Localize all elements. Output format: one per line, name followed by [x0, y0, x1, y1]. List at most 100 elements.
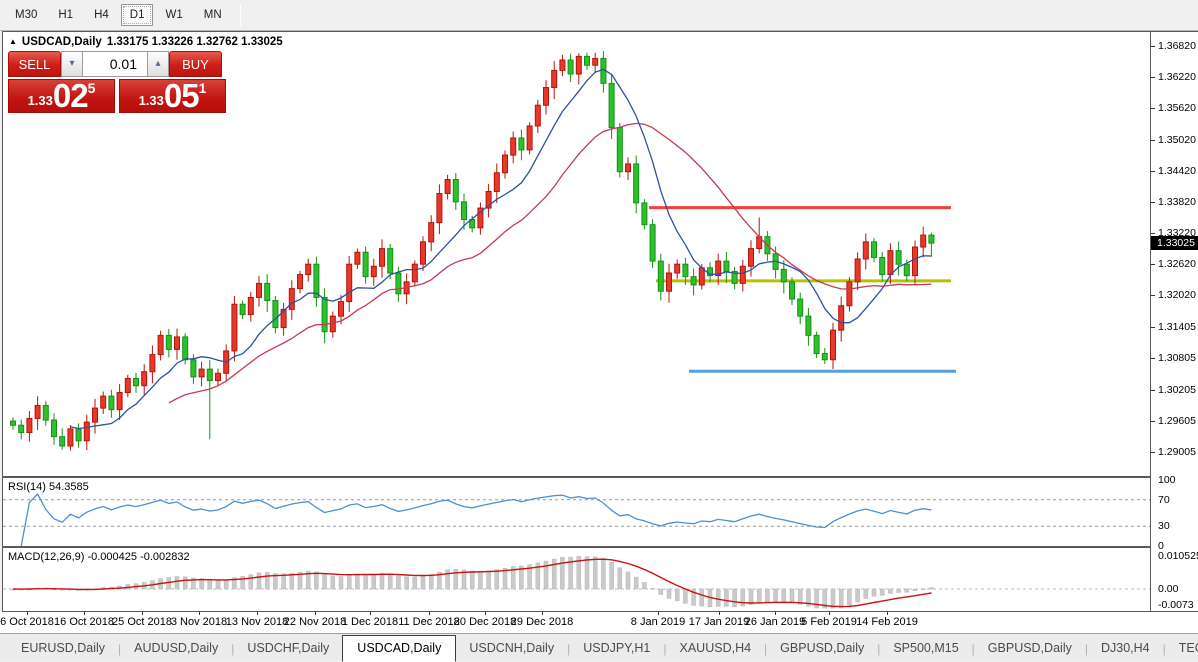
buy-price-pip: 1 — [199, 81, 207, 95]
volume-input[interactable] — [83, 51, 147, 77]
macd-histogram-bar — [716, 589, 720, 606]
candle-body — [380, 249, 385, 267]
timeframe-button-mn[interactable]: MN — [195, 4, 231, 26]
candle-body — [240, 304, 245, 314]
candle-body — [125, 378, 130, 392]
candle-body — [511, 138, 516, 155]
candle-body — [355, 252, 360, 264]
date-tick — [370, 612, 371, 615]
macd-histogram-bar — [183, 577, 187, 589]
candle-body — [134, 378, 139, 385]
moving-average-20 — [169, 123, 932, 403]
chart-tab-tech100-h1[interactable]: TECH100,H1 — [1166, 636, 1198, 661]
price-axis[interactable]: 1.368201.362201.356201.350201.344201.338… — [1151, 31, 1198, 612]
macd-histogram-bar — [913, 589, 917, 591]
chart-tab-audusd-daily[interactable]: AUDUSD,Daily — [121, 636, 231, 661]
axis-tick — [1151, 327, 1155, 328]
macd-histogram-bar — [880, 589, 884, 595]
candle-body — [691, 277, 696, 285]
macd-histogram-bar — [380, 573, 384, 589]
main-chart-panel[interactable]: ▲ USDCAD,Daily 1.33175 1.33226 1.32762 1… — [2, 31, 1151, 477]
macd-indicator-panel[interactable]: MACD(12,26,9) -0.000425 -0.002832 — [2, 547, 1151, 612]
timeframe-button-m30[interactable]: M30 — [6, 4, 46, 26]
date-axis-label: 3 Nov 2018 — [171, 616, 227, 628]
price-axis-label: 1.30805 — [1158, 352, 1196, 364]
candle-body — [306, 264, 311, 274]
candle-body — [421, 242, 426, 264]
candle-body — [257, 283, 262, 297]
volume-decrease-button[interactable]: ▾ — [61, 51, 83, 77]
macd-histogram-bar — [167, 578, 171, 589]
date-axis[interactable]: 6 Oct 201816 Oct 201825 Oct 20183 Nov 20… — [0, 612, 1198, 633]
candle-body — [560, 60, 565, 70]
chart-symbol-label: USDCAD,Daily — [22, 36, 102, 48]
sell-price-quote[interactable]: 1.33025 — [8, 79, 115, 113]
candle-body — [519, 138, 524, 150]
candle-body — [781, 269, 786, 281]
macd-axis-label: 0.00 — [1158, 583, 1178, 595]
chart-tab-sp500-m15[interactable]: SP500,M15 — [880, 636, 971, 661]
buy-button[interactable]: BUY — [169, 51, 222, 77]
macd-histogram-bar — [659, 589, 663, 594]
candle-body — [68, 429, 73, 446]
axis-tick — [1151, 421, 1155, 422]
buy-price-quote[interactable]: 1.33051 — [119, 79, 226, 113]
macd-histogram-bar — [421, 576, 425, 589]
axis-tick — [1151, 171, 1155, 172]
axis-tick — [1151, 452, 1155, 453]
candle-body — [101, 396, 106, 408]
rsi-label: RSI(14) 54.3585 — [8, 481, 89, 493]
candle-body — [667, 273, 672, 291]
chart-tab-eurusd-daily[interactable]: EURUSD,Daily — [8, 636, 118, 661]
chart-tab-dj30-h4[interactable]: DJ30,H4 — [1088, 636, 1163, 661]
date-tick — [429, 612, 430, 615]
chart-tab-xauusd-h4[interactable]: XAUUSD,H4 — [667, 636, 765, 661]
timeframe-button-h1[interactable]: H1 — [49, 4, 82, 26]
macd-histogram-bar — [790, 589, 794, 603]
candle-body — [273, 301, 278, 328]
chart-tab-usdcnh-daily[interactable]: USDCNH,Daily — [456, 636, 567, 661]
macd-histogram-bar — [626, 572, 630, 589]
collapse-triangle-icon[interactable]: ▲ — [9, 37, 17, 46]
date-axis-label: 6 Oct 2018 — [0, 616, 54, 628]
rsi-indicator-panel[interactable]: RSI(14) 54.3585 — [2, 477, 1151, 547]
macd-histogram-bar — [446, 570, 450, 589]
candle-body — [724, 261, 729, 271]
rsi-line — [21, 494, 931, 546]
timeframe-button-w1[interactable]: W1 — [156, 4, 191, 26]
timeframe-button-h4[interactable]: H4 — [85, 4, 118, 26]
macd-histogram-bar — [487, 571, 491, 589]
price-axis-label: 1.35020 — [1158, 134, 1196, 146]
axis-tick — [1151, 390, 1155, 391]
date-tick — [829, 612, 830, 615]
chart-tab-gbpusd-daily[interactable]: GBPUSD,Daily — [767, 636, 877, 661]
candle-body — [872, 242, 877, 258]
macd-label: MACD(12,26,9) -0.000425 -0.002832 — [8, 551, 190, 563]
axis-tick — [1151, 46, 1155, 47]
candle-body — [166, 335, 171, 349]
chart-tab-usdcad-daily[interactable]: USDCAD,Daily — [342, 635, 456, 662]
date-tick — [84, 612, 85, 615]
macd-histogram-bar — [347, 575, 351, 589]
candle-body — [175, 337, 180, 349]
rsi-axis-label: 30 — [1158, 520, 1170, 532]
candle-body — [60, 437, 65, 446]
macd-histogram-bar — [495, 570, 499, 589]
candle-body — [675, 264, 680, 273]
chart-tab-usdchf-daily[interactable]: USDCHF,Daily — [234, 636, 342, 661]
price-axis-label: 1.32020 — [1158, 289, 1196, 301]
candle-body — [798, 299, 803, 316]
sell-button[interactable]: SELL — [8, 51, 61, 77]
macd-histogram-bar — [831, 589, 835, 608]
chart-tab-gbpusd-daily[interactable]: GBPUSD,Daily — [975, 636, 1085, 661]
candle-body — [494, 173, 499, 192]
axis-tick — [1151, 140, 1155, 141]
volume-increase-button[interactable]: ▴ — [147, 51, 169, 77]
price-axis-label: 1.34420 — [1158, 165, 1196, 177]
candle-body — [388, 249, 393, 273]
candle-body — [453, 180, 458, 202]
candle-body — [298, 275, 303, 289]
macd-histogram-bar — [864, 589, 868, 598]
timeframe-button-d1[interactable]: D1 — [121, 4, 154, 26]
chart-tab-usdjpy-h1[interactable]: USDJPY,H1 — [570, 636, 663, 661]
